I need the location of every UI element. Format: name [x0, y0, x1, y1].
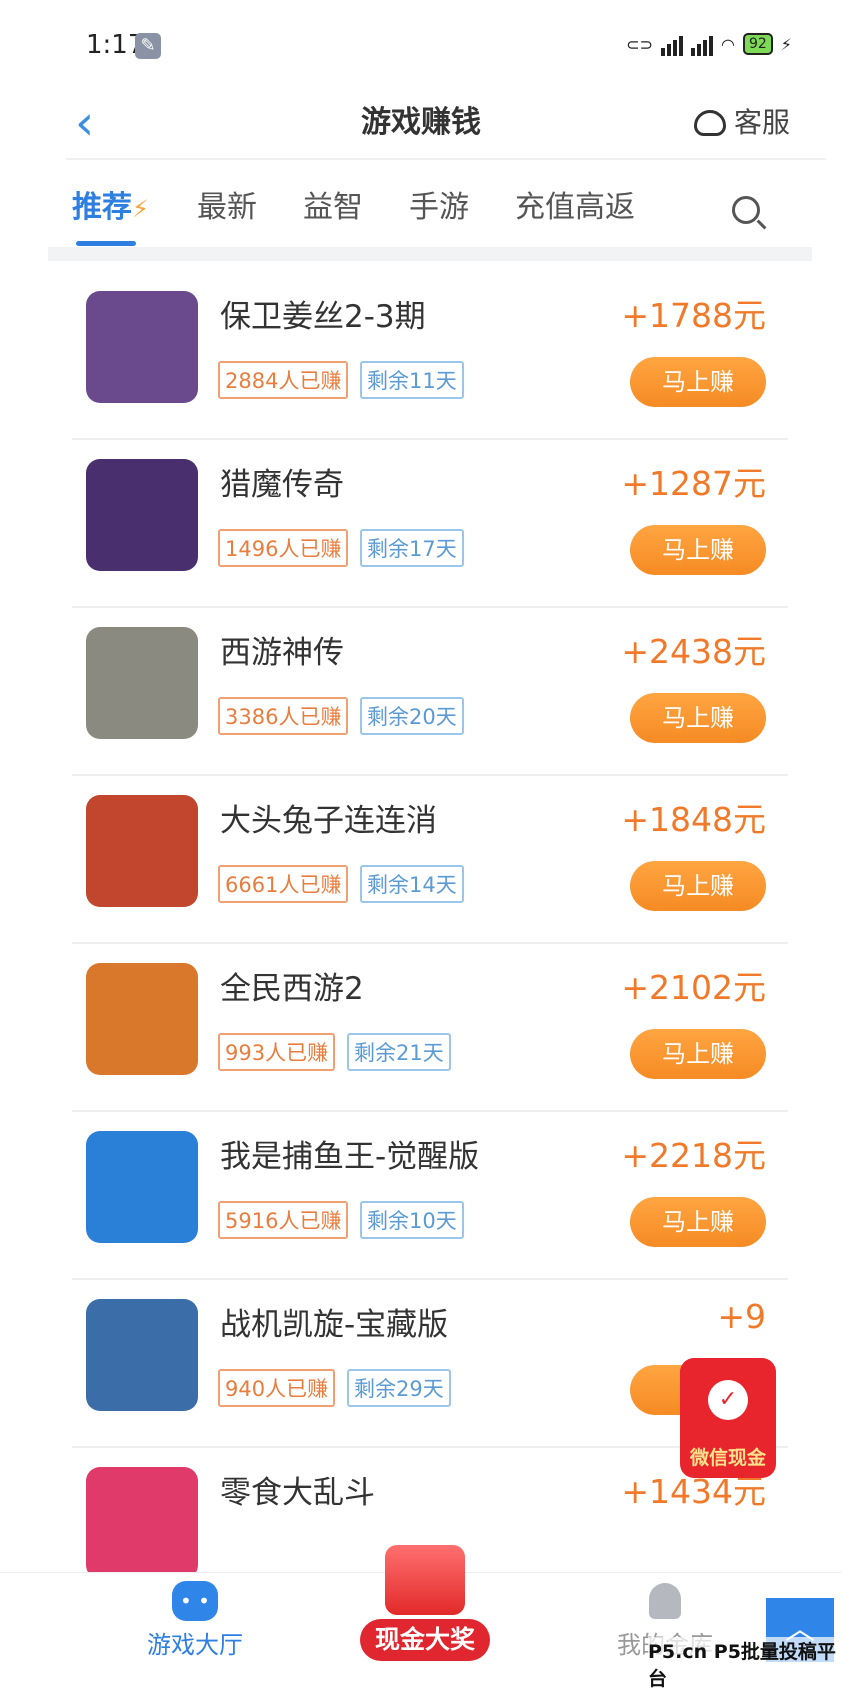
search-icon[interactable] [732, 196, 760, 224]
battery-icon: 92 [742, 33, 773, 55]
earned-count-tag: 5916人已赚 [218, 1201, 349, 1239]
game-name: 西游神传 [220, 635, 344, 671]
active-tab-indicator [76, 241, 136, 246]
game-thumbnail [86, 1467, 198, 1579]
signal-icon [660, 32, 683, 56]
tab-newest[interactable]: 最新 [197, 180, 257, 236]
customer-service-button[interactable]: 客服 [693, 90, 790, 156]
reward-amount: +2438元 [621, 632, 766, 671]
remaining-days-tag: 剩余11天 [360, 361, 464, 399]
earned-count-tag: 2884人已赚 [218, 361, 349, 399]
game-name: 我是捕鱼王-觉醒版 [220, 1139, 480, 1175]
remaining-days-tag: 剩余10天 [360, 1201, 464, 1239]
status-icons: ⊂⊃ ◠ 92 ⚡ [626, 32, 792, 56]
nav-game-hall[interactable]: • • 游戏大厅 [145, 1573, 245, 1660]
tab-mobile-games[interactable]: 手游 [409, 180, 469, 236]
divider [66, 158, 826, 160]
status-bar: 1:17 ✎ ⊂⊃ ◠ 92 ⚡ [0, 0, 842, 90]
game-name: 猎魔传奇 [220, 467, 344, 503]
earn-now-button[interactable]: 马上赚 [630, 693, 766, 743]
customer-service-label: 客服 [733, 106, 790, 139]
earn-now-button[interactable]: 马上赚 [630, 1197, 766, 1247]
game-list-item[interactable]: 大头兔子连连消 6661人已赚 剩余14天 +1848元马上赚 [0, 765, 842, 944]
earned-count-tag: 1496人已赚 [218, 529, 349, 567]
headset-icon [693, 110, 726, 136]
tab-recharge-rebate[interactable]: 充值高返 [515, 180, 635, 236]
tab-puzzle[interactable]: 益智 [303, 180, 363, 236]
section-separator [48, 247, 812, 261]
wrench-icon: ✎ [135, 33, 161, 59]
game-list-item[interactable]: 我是捕鱼王-觉醒版 5916人已赚 剩余10天 +2218元马上赚 [0, 1101, 842, 1280]
check-icon: ✓ [708, 1380, 748, 1420]
game-thumbnail [86, 795, 198, 907]
game-name: 零食大乱斗 [220, 1475, 375, 1511]
game-list-item[interactable]: 猎魔传奇 1496人已赚 剩余17天 +1287元马上赚 [0, 429, 842, 608]
earned-count-tag: 993人已赚 [218, 1033, 336, 1071]
game-thumbnail [86, 627, 198, 739]
red-bag-icon [385, 1545, 465, 1615]
reward-amount: +1848元 [621, 800, 766, 839]
remaining-days-tag: 剩余29天 [347, 1369, 451, 1407]
signal-icon-2 [690, 32, 713, 56]
game-thumbnail [86, 459, 198, 571]
game-name: 全民西游2 [220, 971, 364, 1007]
earned-count-tag: 6661人已赚 [218, 865, 349, 903]
earn-now-button[interactable]: 马上赚 [630, 1029, 766, 1079]
cash-prize-label: 现金大奖 [360, 1619, 490, 1661]
tab-recommend[interactable]: 推荐⚡ [72, 180, 149, 237]
nav-game-hall-label: 游戏大厅 [147, 1631, 243, 1659]
reward-amount: +1287元 [621, 464, 766, 503]
earn-now-button[interactable]: 马上赚 [630, 861, 766, 911]
link-icon: ⊂⊃ [626, 34, 653, 54]
category-tabs: 推荐⚡ 最新 益智 手游 充值高返 [0, 180, 842, 240]
game-thumbnail [86, 963, 198, 1075]
top-bar: 游戏赚钱 ‹ 客服 [0, 90, 842, 160]
back-button[interactable]: ‹ [75, 90, 94, 156]
reward-amount: +1788元 [621, 296, 766, 335]
remaining-days-tag: 剩余20天 [360, 697, 464, 735]
earned-count-tag: 3386人已赚 [218, 697, 349, 735]
remaining-days-tag: 剩余17天 [360, 529, 464, 567]
game-thumbnail [86, 291, 198, 403]
earned-count-tag: 940人已赚 [218, 1369, 336, 1407]
game-thumbnail [86, 1299, 198, 1411]
reward-amount: +2102元 [621, 968, 766, 1007]
game-name: 战机凯旋-宝藏版 [220, 1307, 449, 1343]
red-packet-button[interactable]: ✓ 微信现金 [680, 1358, 776, 1478]
wifi-icon: ◠ [720, 34, 735, 54]
remaining-days-tag: 剩余14天 [360, 865, 464, 903]
reward-amount: +2218元 [621, 1136, 766, 1175]
game-list-item[interactable]: 保卫姜丝2-3期 2884人已赚 剩余11天 +1788元马上赚 [0, 261, 842, 440]
earn-now-button[interactable]: 马上赚 [630, 525, 766, 575]
earn-now-button[interactable]: 马上赚 [630, 357, 766, 407]
game-name: 大头兔子连连消 [220, 803, 437, 839]
bolt-icon: ⚡ [132, 195, 149, 223]
charging-icon: ⚡ [780, 34, 792, 54]
game-list-item[interactable]: 全民西游2 993人已赚 剩余21天 +2102元马上赚 [0, 933, 842, 1112]
cash-prize-button[interactable]: 现金大奖 [360, 1545, 490, 1665]
gamepad-icon: • • [172, 1581, 218, 1621]
game-list-item[interactable]: 西游神传 3386人已赚 剩余20天 +2438元马上赚 [0, 597, 842, 776]
reward-amount: +9 [717, 1297, 766, 1336]
user-icon [649, 1583, 681, 1619]
game-name: 保卫姜丝2-3期 [220, 299, 426, 335]
remaining-days-tag: 剩余21天 [347, 1033, 451, 1071]
red-packet-label: 微信现金 [689, 1447, 766, 1469]
game-thumbnail [86, 1131, 198, 1243]
watermark: P5.cn P5批量投稿平台 [648, 1637, 842, 1691]
